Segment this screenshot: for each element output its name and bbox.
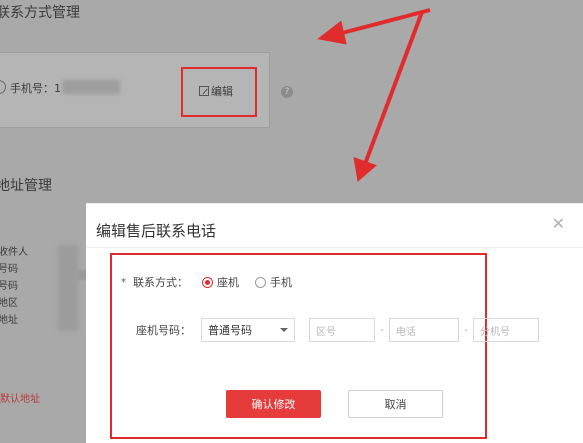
address-label: 收件人 [0,247,28,258]
select-value: 普通号码 [208,324,252,337]
radio-dot-unchecked[interactable] [255,276,266,288]
number-type-select[interactable]: 普通号码 [201,318,295,342]
separator: - [464,324,468,336]
arrow-to-modal [353,11,424,182]
separator: - [380,324,384,336]
radio-mobile[interactable]: 手机 [255,274,292,290]
address-labels: 收件人 号码 号码 地区 地址 [0,244,28,329]
landline-label: 座机号码： [136,324,191,337]
radio-mobile-label: 手机 [270,276,292,289]
modal-divider [86,247,583,248]
address-label: 号码 [0,281,18,292]
extension-input[interactable]: 分机号 [473,318,539,342]
section-title-address: 地址管理 [0,178,52,194]
arrow-to-edit [317,8,431,45]
phone-number-blurred [62,80,120,94]
radio-dot-checked[interactable] [202,276,213,288]
address-label: 地址 [0,315,18,326]
edit-contact-modal: 编辑售后联系电话 ✕ * 联系方式： 座机 手机 座机号码： 普通号码 区号 -… [86,203,583,443]
radio-landline[interactable]: 座机 [202,274,239,290]
area-code-input[interactable]: 区号 [309,318,375,342]
section-title-contact: 联系方式管理 [0,5,80,21]
address-label: 地区 [0,298,18,309]
contact-method-row: * 联系方式： 座机 手机 [121,274,308,290]
landline-number-row: 座机号码： 普通号码 区号 - 电话 - 分机号 [136,318,539,342]
modal-title: 编辑售后联系电话 [96,222,217,240]
address-label: 号码 [0,264,18,275]
phone-input[interactable]: 电话 [389,318,459,342]
address-blurred [58,245,78,331]
question-icon[interactable]: ? [281,86,293,98]
radio-landline-label: 座机 [217,276,239,289]
default-address-link[interactable]: 默认地址 [0,390,40,405]
contact-method-label: 联系方式： [133,276,188,289]
chevron-down-icon [280,328,288,332]
cancel-button[interactable]: 取消 [348,390,443,418]
required-marker: * [121,276,126,288]
close-icon[interactable]: ✕ [552,214,565,233]
confirm-button[interactable]: 确认修改 [226,390,321,418]
phone-label: 手机号：1 [10,82,61,95]
edit-highlight-box [181,67,257,117]
